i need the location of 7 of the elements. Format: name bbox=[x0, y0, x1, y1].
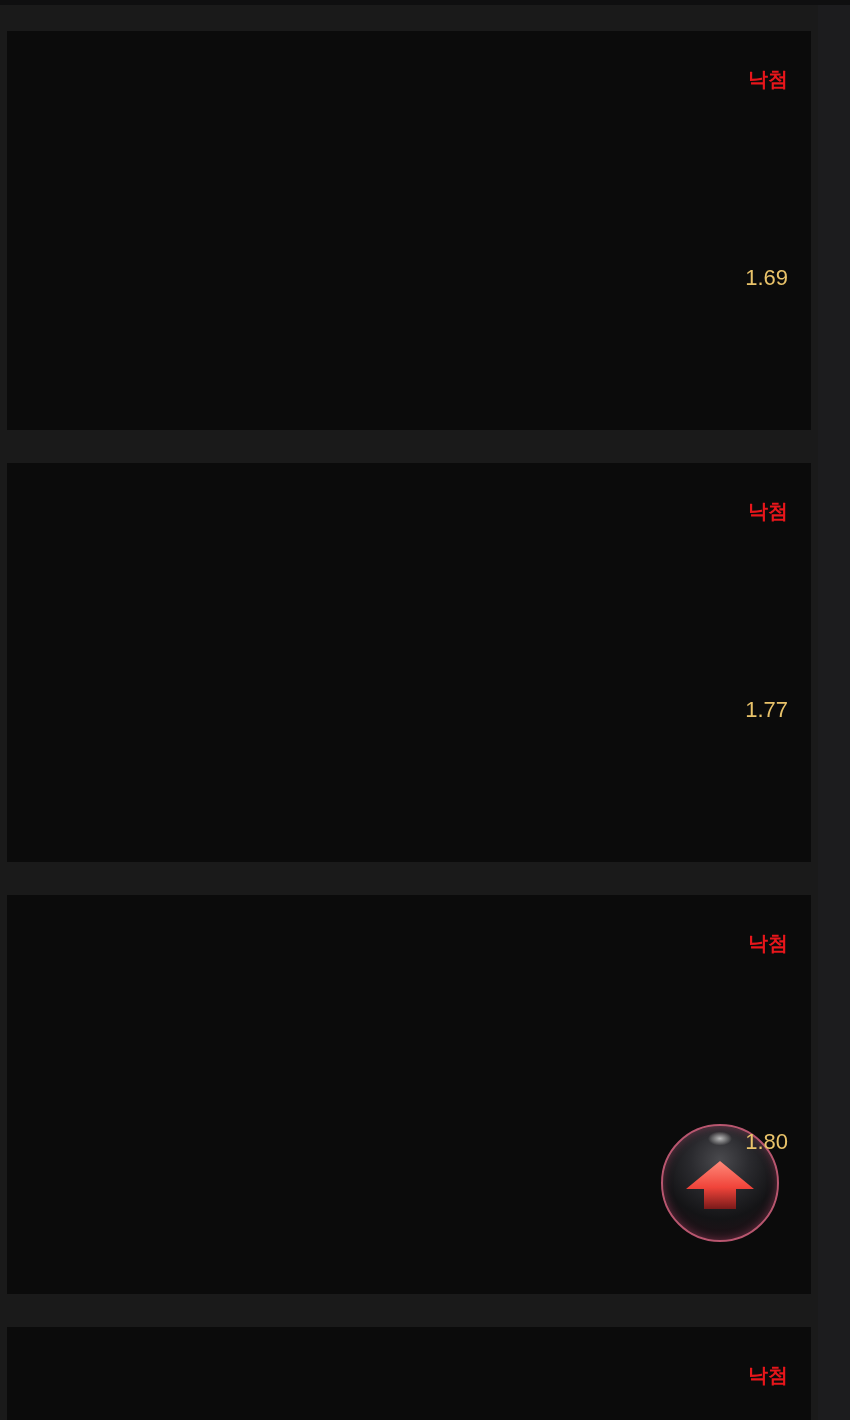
odds-value: 1.77 bbox=[745, 697, 788, 723]
odds-value: 1.69 bbox=[745, 265, 788, 291]
arrow-up-icon bbox=[686, 1161, 754, 1209]
result-status: 낙첨 bbox=[748, 931, 788, 955]
result-status: 낙첨 bbox=[748, 499, 788, 523]
result-status: 낙첨 bbox=[748, 67, 788, 91]
result-status: 낙첨 bbox=[748, 1363, 788, 1387]
